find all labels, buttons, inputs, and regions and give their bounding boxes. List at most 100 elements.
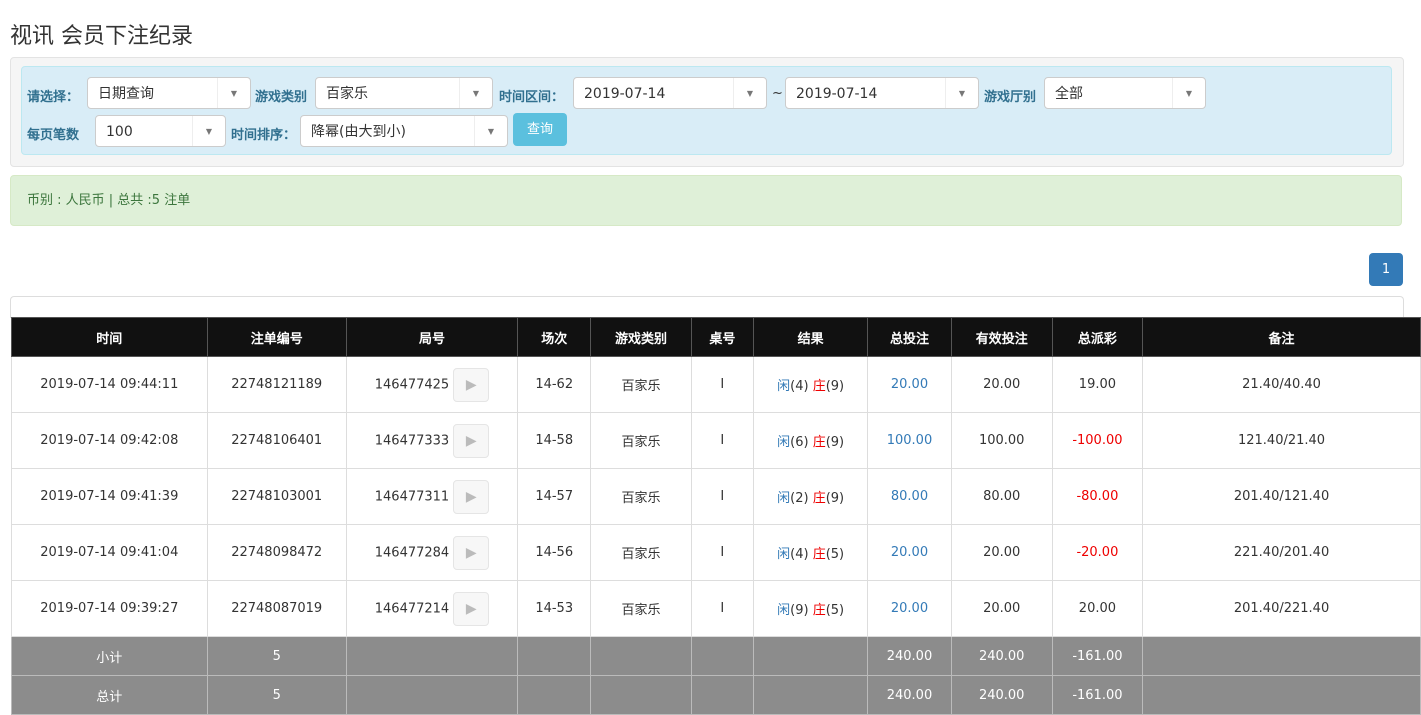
player-label: 闲 bbox=[777, 547, 791, 562]
banker-points: (9) bbox=[825, 491, 845, 506]
total-valid: 240.00 bbox=[950, 675, 1053, 715]
hall-value: 全部 bbox=[1055, 86, 1083, 102]
note-cell: 201.40/221.40 bbox=[1142, 580, 1421, 637]
subtotal-count: 5 bbox=[206, 636, 347, 676]
empty-cell bbox=[752, 636, 869, 676]
sort-select[interactable]: 降幂(由大到小) ▼ bbox=[300, 115, 508, 147]
subtotal-bet: 240.00 bbox=[867, 636, 952, 676]
player-label: 闲 bbox=[777, 379, 791, 394]
result-cell: 闲(9) 庄(5) bbox=[752, 580, 869, 637]
subtotal-payout: -161.00 bbox=[1051, 636, 1144, 676]
table-row: 2019-07-14 09:41:04 22748098472 14647728… bbox=[11, 524, 1421, 581]
game-cell: 百家乐 bbox=[590, 468, 692, 525]
player-label: 闲 bbox=[777, 603, 791, 618]
video-replay-icon[interactable]: ▶ bbox=[453, 535, 490, 570]
summary-alert: 币别 : 人民币 | 总共 :5 注单 bbox=[10, 175, 1402, 226]
bet-id-cell: 22748121189 bbox=[206, 356, 347, 413]
time-cell: 2019-07-14 09:44:11 bbox=[11, 356, 208, 413]
per-page-select[interactable]: 100 ▼ bbox=[95, 115, 226, 147]
select-label: 请选择： bbox=[27, 90, 80, 105]
round-id: 146477333 bbox=[374, 433, 450, 448]
range-separator: ~ bbox=[772, 86, 783, 101]
total-row: 总计 5 240.00 240.00 -161.00 bbox=[11, 675, 1421, 715]
total-bet-cell: 20.00 bbox=[867, 580, 952, 637]
session-cell: 14-53 bbox=[517, 580, 592, 637]
total-bet-cell: 100.00 bbox=[867, 412, 952, 469]
round-cell: 146477333 ▶ bbox=[345, 412, 519, 469]
subtotal-valid: 240.00 bbox=[950, 636, 1053, 676]
banker-points: (5) bbox=[825, 547, 845, 562]
game-cell: 百家乐 bbox=[590, 524, 692, 581]
query-type-value: 日期查询 bbox=[98, 86, 154, 102]
banker-label: 庄 bbox=[812, 547, 826, 562]
empty-cell bbox=[517, 675, 592, 715]
banker-points: (5) bbox=[825, 603, 845, 618]
game-type-select[interactable]: 百家乐 ▼ bbox=[315, 77, 493, 109]
player-points: (2) bbox=[790, 491, 809, 506]
note-cell: 201.40/121.40 bbox=[1142, 468, 1421, 525]
round-id: 146477311 bbox=[374, 489, 450, 504]
chevron-down-icon: ▼ bbox=[945, 78, 978, 108]
video-replay-icon[interactable]: ▶ bbox=[453, 591, 490, 626]
empty-cell bbox=[345, 636, 519, 676]
empty-cell bbox=[590, 675, 692, 715]
chevron-down-icon: ▼ bbox=[459, 78, 492, 108]
empty-cell bbox=[690, 636, 754, 676]
table-cell: I bbox=[690, 524, 754, 581]
per-page-label: 每页笔数 bbox=[27, 128, 80, 143]
total-bet-cell: 80.00 bbox=[867, 468, 952, 525]
total-count: 5 bbox=[206, 675, 347, 715]
video-replay-icon[interactable]: ▶ bbox=[453, 423, 490, 458]
date-from-select[interactable]: 2019-07-14 ▼ bbox=[573, 77, 767, 109]
query-type-select[interactable]: 日期查询 ▼ bbox=[87, 77, 251, 109]
player-points: (4) bbox=[790, 547, 809, 562]
chevron-down-icon: ▼ bbox=[733, 78, 766, 108]
per-page-value: 100 bbox=[106, 124, 133, 140]
bet-records-table: 时间 注单编号 局号 场次 游戏类别 桌号 结果 总投注 有效投注 总派彩 备注 2019-07-1… bbox=[11, 317, 1421, 715]
note-cell: 121.40/21.40 bbox=[1142, 412, 1421, 469]
date-to-select[interactable]: 2019-07-14 ▼ bbox=[785, 77, 979, 109]
player-label: 闲 bbox=[777, 491, 791, 506]
page-1-button[interactable]: 1 bbox=[1369, 253, 1403, 286]
round-id: 146477214 bbox=[374, 601, 450, 616]
valid-bet-cell: 20.00 bbox=[950, 524, 1053, 581]
date-from-value: 2019-07-14 bbox=[584, 86, 666, 102]
banker-label: 庄 bbox=[812, 491, 826, 506]
video-replay-icon[interactable]: ▶ bbox=[453, 367, 490, 402]
player-points: (9) bbox=[790, 603, 809, 618]
column-header: 桌号 bbox=[690, 317, 754, 357]
bet-id-cell: 22748103001 bbox=[206, 468, 347, 525]
empty-cell bbox=[752, 675, 869, 715]
player-label: 闲 bbox=[777, 435, 791, 450]
game-cell: 百家乐 bbox=[590, 412, 692, 469]
round-id: 146477284 bbox=[374, 545, 450, 560]
column-header: 时间 bbox=[11, 317, 208, 357]
query-button[interactable]: 查询 bbox=[513, 113, 567, 146]
sort-value: 降幂(由大到小) bbox=[311, 124, 406, 140]
banker-points: (9) bbox=[825, 435, 845, 450]
total-bet: 240.00 bbox=[867, 675, 952, 715]
column-header: 场次 bbox=[517, 317, 592, 357]
column-header: 总投注 bbox=[867, 317, 952, 357]
time-cell: 2019-07-14 09:41:39 bbox=[11, 468, 208, 525]
table-row: 2019-07-14 09:39:27 22748087019 14647721… bbox=[11, 580, 1421, 637]
game-type-value: 百家乐 bbox=[326, 86, 368, 102]
total-bet-cell: 20.00 bbox=[867, 524, 952, 581]
total-payout: -161.00 bbox=[1051, 675, 1144, 715]
bet-id-cell: 22748106401 bbox=[206, 412, 347, 469]
game-cell: 百家乐 bbox=[590, 580, 692, 637]
bet-id-cell: 22748087019 bbox=[206, 580, 347, 637]
payout-cell: -80.00 bbox=[1051, 468, 1144, 525]
game-type-label: 游戏类别 bbox=[255, 90, 308, 105]
result-cell: 闲(4) 庄(9) bbox=[752, 356, 869, 413]
time-cell: 2019-07-14 09:42:08 bbox=[11, 412, 208, 469]
payout-cell: 19.00 bbox=[1051, 356, 1144, 413]
valid-bet-cell: 100.00 bbox=[950, 412, 1053, 469]
payout-cell: -100.00 bbox=[1051, 412, 1144, 469]
video-replay-icon[interactable]: ▶ bbox=[453, 479, 490, 514]
session-cell: 14-57 bbox=[517, 468, 592, 525]
hall-select[interactable]: 全部 ▼ bbox=[1044, 77, 1206, 109]
column-header: 有效投注 bbox=[950, 317, 1053, 357]
result-cell: 闲(2) 庄(9) bbox=[752, 468, 869, 525]
table-cell: I bbox=[690, 580, 754, 637]
